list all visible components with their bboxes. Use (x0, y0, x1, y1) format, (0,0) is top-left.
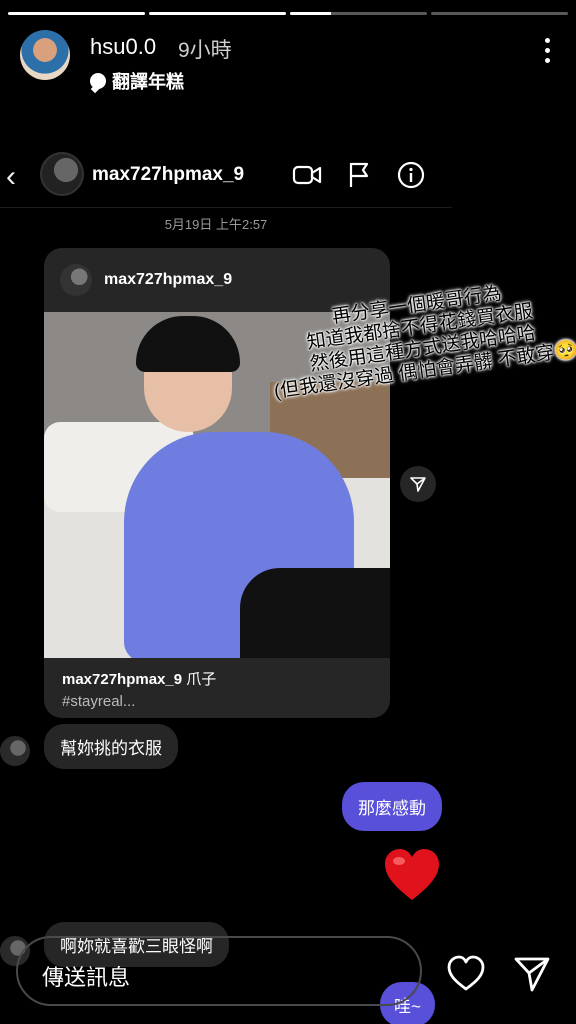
caption-username: max727hpmax_9 (62, 671, 183, 688)
dm-header-icons (292, 160, 426, 190)
story-progress (8, 12, 568, 15)
caption-text: 爪子 (186, 671, 217, 688)
message-outgoing: 那麼感動 (342, 782, 442, 831)
back-chevron-icon: ‹ (6, 160, 16, 193)
story-header: hsu0.0 9小時 翻譯年糕 (18, 28, 558, 92)
flag-icon (344, 160, 374, 190)
post-username: max727hpmax_9 (104, 271, 233, 288)
dm-username: max727hpmax_9 (92, 164, 245, 185)
info-icon (396, 160, 426, 190)
post-caption: max727hpmax_9 爪子 #stayreal... (62, 668, 216, 710)
story-subtitle-text: 翻譯年糕 (112, 72, 184, 92)
story-username[interactable]: hsu0.0 (90, 34, 156, 60)
message-input[interactable]: 傳送訊息 (16, 936, 422, 1006)
speech-bubble-icon (90, 73, 106, 89)
shared-post-header: max727hpmax_9 (44, 248, 390, 312)
sender-avatar (0, 736, 30, 766)
story-subtitle[interactable]: 翻譯年糕 (90, 68, 184, 94)
post-avatar (60, 264, 92, 296)
message-incoming: 幫妳挑的衣服 (44, 724, 178, 769)
share-icon (400, 466, 436, 502)
progress-segment (149, 12, 286, 15)
progress-segment (8, 12, 145, 15)
story-time: 9小時 (178, 39, 232, 62)
dm-avatar (40, 152, 84, 196)
message-input-placeholder: 傳送訊息 (42, 965, 131, 990)
progress-segment (431, 12, 568, 15)
send-icon[interactable] (512, 954, 552, 994)
heart-reaction-icon (385, 849, 439, 900)
caption-tags: #stayreal... (62, 693, 136, 710)
more-options-icon[interactable] (542, 38, 552, 68)
story-avatar[interactable] (20, 30, 70, 80)
dm-timestamp: 5月19日 上午2:57 (164, 217, 268, 232)
dm-header: ‹ max727hpmax_9 (0, 150, 452, 208)
video-call-icon (292, 160, 322, 190)
like-heart-icon[interactable] (446, 954, 486, 994)
progress-segment (290, 12, 427, 15)
